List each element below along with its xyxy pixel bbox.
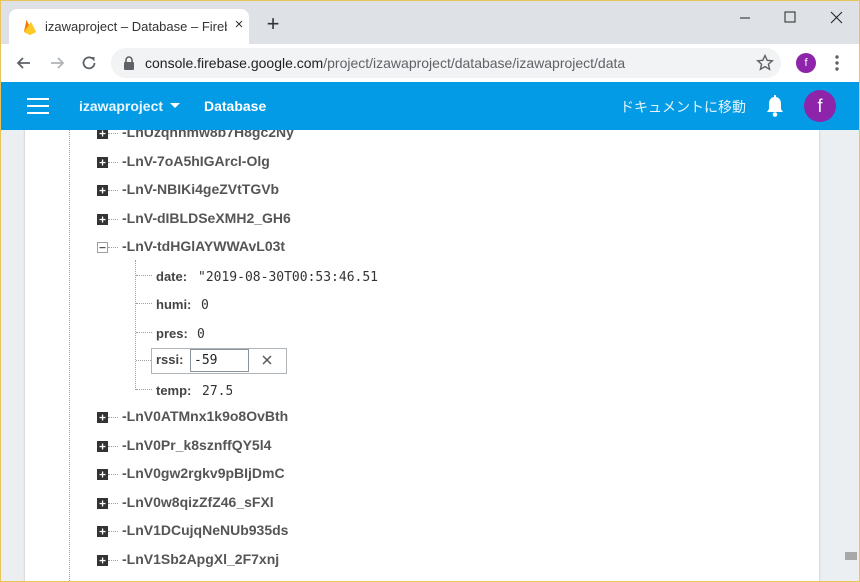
tree-connector	[136, 275, 152, 276]
leaf-key: temp:	[156, 383, 192, 398]
browser-tab-firebase[interactable]: izawaproject – Database – Firebase ×	[9, 9, 249, 44]
url-path: /project/izawaproject/database/izawaproj…	[323, 55, 626, 71]
rssi-edit-box: rssi:	[151, 348, 287, 374]
notifications-bell-icon[interactable]	[764, 94, 786, 118]
leaf-value[interactable]: "2019-08-30T00:53:46.51	[198, 270, 396, 285]
expand-icon[interactable]	[97, 469, 108, 480]
expand-icon[interactable]	[97, 497, 108, 509]
tree-connector	[136, 303, 152, 304]
tree-node[interactable]: -LnV-dIBLDSeXMH2_GH6	[1, 206, 791, 232]
close-window-icon[interactable]	[813, 5, 859, 33]
leaf-key: rssi:	[156, 352, 184, 367]
tab-title: izawaproject – Database – Firebase	[45, 19, 227, 34]
leaf-value[interactable]: 0	[197, 327, 205, 342]
tree-node[interactable]: -LnUzqhhmw8b7H8gc2Ny	[1, 130, 791, 146]
minimize-window-icon[interactable]	[721, 5, 767, 33]
firebase-header: izawaproject Database ドキュメントに移動 f	[1, 82, 859, 130]
tree-node[interactable]: -LnV0w8qizZfZ46_sFXl	[1, 490, 791, 516]
leaf-row-date[interactable]: date: "2019-08-30T00:53:46.51	[1, 262, 791, 288]
url-host: console.firebase.google.com	[145, 55, 324, 71]
tree-connector	[108, 502, 118, 504]
dropdown-caret-icon[interactable]	[169, 98, 181, 112]
expand-icon[interactable]	[97, 526, 108, 537]
tree-connector	[136, 332, 152, 333]
tab-strip: izawaproject – Database – Firebase × +	[1, 1, 859, 44]
leaf-key: humi:	[156, 297, 192, 312]
node-key[interactable]: -LnV0Pr_k8sznffQY5l4	[122, 437, 271, 453]
user-avatar[interactable]: f	[804, 90, 836, 122]
rssi-value-input[interactable]	[190, 349, 249, 372]
tree-connector	[108, 161, 118, 163]
browser-toolbar: console.firebase.google.com/project/izaw…	[1, 44, 859, 82]
leaf-key: date:	[156, 269, 188, 284]
tree-node[interactable]: -LnV1DCujqNeNUb935ds	[1, 518, 791, 544]
node-key[interactable]: -LnV0gw2rgkv9pBIjDmC	[122, 465, 285, 481]
leaf-row-temp[interactable]: temp: 27.5	[1, 376, 791, 402]
expand-icon[interactable]	[97, 130, 108, 139]
section-title: Database	[204, 98, 267, 114]
forward-arrow-icon[interactable]	[47, 53, 67, 73]
tree-connector	[108, 531, 118, 532]
tree-connector	[108, 247, 118, 248]
tree-connector	[108, 133, 118, 134]
expand-icon[interactable]	[97, 185, 108, 196]
tree-connector	[108, 445, 118, 447]
node-key[interactable]: -LnV-tdHGlAYWWAvL03t	[122, 238, 285, 254]
expand-icon[interactable]	[97, 213, 108, 225]
close-tab-icon[interactable]: ×	[231, 17, 247, 33]
tree-connector	[108, 417, 118, 418]
address-bar[interactable]: console.firebase.google.com/project/izaw…	[111, 48, 781, 78]
collapse-icon[interactable]	[97, 242, 108, 253]
database-content: -LnUzqhhmw8b7H8gc2Ny -LnV-7oA5hIGArcl-Olg…	[1, 130, 859, 581]
expand-icon[interactable]	[97, 412, 108, 423]
leaf-row-pres[interactable]: pres: 0	[1, 319, 791, 345]
docs-link[interactable]: ドキュメントに移動	[620, 97, 746, 117]
tree-node[interactable]: -LnV-NBIKi4geZVtTGVb	[1, 177, 791, 203]
tree-node[interactable]: -LnV-7oA5hIGArcl-Olg	[1, 149, 791, 175]
bookmark-star-icon[interactable]	[755, 53, 775, 73]
tree-connector	[136, 360, 151, 361]
leaf-value[interactable]: 0	[201, 298, 209, 313]
close-icon[interactable]	[260, 353, 274, 367]
firebase-icon	[24, 20, 36, 35]
node-key[interactable]: -LnV0w8qizZfZ46_sFXl	[122, 494, 274, 510]
new-tab-button[interactable]: +	[263, 13, 283, 35]
node-key[interactable]: -LnUzqhhmw8b7H8gc2Ny	[122, 130, 294, 140]
node-key[interactable]: -LnV1DCujqNeNUb935ds	[122, 522, 288, 538]
node-key[interactable]: -LnV0ATMnx1k9o8OvBth	[122, 408, 288, 424]
node-key[interactable]: -LnV-7oA5hIGArcl-Olg	[122, 153, 270, 169]
scrollbar[interactable]	[843, 130, 859, 581]
expand-icon[interactable]	[97, 440, 108, 452]
tree-connector	[108, 190, 118, 191]
tree-node[interactable]: -LnV0ATMnx1k9o8OvBth	[1, 404, 791, 430]
node-key[interactable]: -LnV-NBIKi4geZVtTGVb	[122, 181, 279, 197]
tree-connector	[108, 474, 118, 475]
expand-icon[interactable]	[97, 156, 108, 168]
node-key[interactable]: -LnV1Sb2ApgXl_2F7xnj	[122, 551, 279, 567]
tree-connector	[108, 559, 118, 561]
tree-connector	[136, 389, 152, 390]
tree-node[interactable]: -LnV0Pr_k8sznffQY5l4	[1, 433, 791, 459]
tree-node[interactable]: -LnV1Sb2ApgXl_2F7xnj	[1, 547, 791, 573]
tree-connector	[108, 218, 118, 220]
tree-node-expanded[interactable]: -LnV-tdHGlAYWWAvL03t	[1, 234, 791, 260]
browser-profile-avatar[interactable]: f	[796, 53, 816, 73]
url-text: console.firebase.google.com/project/izaw…	[145, 55, 625, 71]
reload-icon[interactable]	[79, 53, 99, 73]
browser-window: izawaproject – Database – Firebase × +	[0, 0, 860, 582]
scrollbar-thumb[interactable]	[845, 552, 857, 560]
expand-icon[interactable]	[97, 554, 108, 566]
browser-menu-icon[interactable]	[829, 53, 845, 73]
leaf-row-humi[interactable]: humi: 0	[1, 290, 791, 316]
project-selector[interactable]: izawaproject	[79, 98, 163, 114]
lock-icon	[124, 56, 134, 70]
node-key[interactable]: -LnV-dIBLDSeXMH2_GH6	[122, 210, 291, 226]
leaf-value[interactable]: 27.5	[202, 384, 232, 399]
menu-icon[interactable]	[27, 97, 49, 115]
leaf-key: pres:	[156, 326, 188, 341]
maximize-window-icon[interactable]	[767, 5, 813, 33]
tree-node[interactable]: -LnV0gw2rgkv9pBIjDmC	[1, 461, 791, 487]
back-arrow-icon[interactable]	[14, 53, 34, 73]
